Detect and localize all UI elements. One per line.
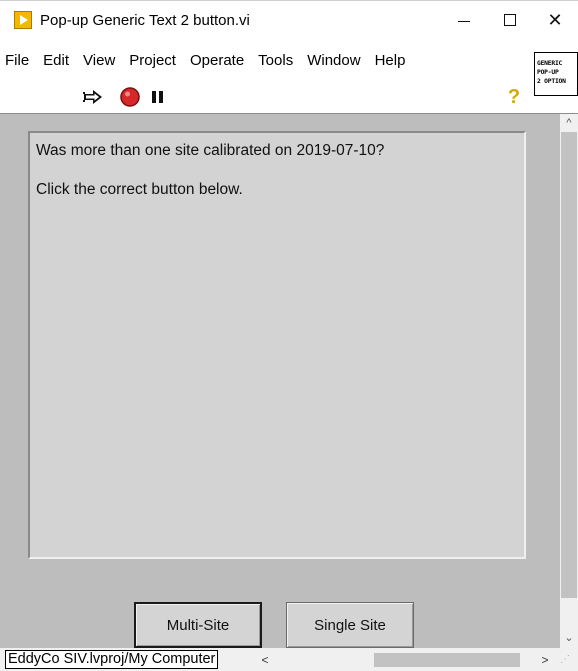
vi-connector-icon: GENERIC POP-UP 2 OPTION	[534, 52, 578, 96]
labview-vi-window: Pop-up Generic Text 2 button.vi ✕ File E…	[0, 0, 578, 671]
single-site-button[interactable]: Single Site	[286, 602, 414, 648]
message-question: Was more than one site calibrated on 201…	[36, 142, 385, 159]
horizontal-scroll-thumb[interactable]	[374, 653, 520, 667]
run-arrow-icon	[83, 90, 102, 104]
menu-bar: File Edit View Project Operate Tools Win…	[0, 48, 412, 74]
pause-button[interactable]	[150, 86, 166, 108]
scroll-up-icon[interactable]: ^	[560, 114, 578, 132]
menu-window[interactable]: Window	[300, 50, 367, 72]
vi-icon-line: POP-UP	[537, 69, 559, 76]
status-bar: EddyCo SIV.lvproj/My Computer < >	[0, 648, 578, 671]
menu-help[interactable]: Help	[368, 50, 413, 72]
abort-execution-icon	[120, 87, 140, 107]
close-icon: ✕	[547, 9, 563, 30]
menu-tools[interactable]: Tools	[251, 50, 300, 72]
menu-file[interactable]: File	[0, 50, 36, 72]
toolbar: ?	[0, 80, 532, 114]
vertical-scrollbar[interactable]: ^ ⌄	[560, 114, 578, 648]
minimize-button[interactable]	[441, 1, 487, 39]
message-indicator: Was more than one site calibrated on 201…	[28, 131, 526, 559]
maximize-icon	[504, 14, 516, 26]
scroll-left-icon[interactable]: <	[256, 650, 274, 669]
pause-icon	[152, 91, 163, 103]
message-gap	[36, 161, 518, 180]
abort-execution-button[interactable]	[118, 86, 142, 108]
close-button[interactable]: ✕	[532, 1, 578, 39]
run-continuously-button[interactable]	[82, 86, 106, 108]
context-help-icon: ?	[507, 85, 521, 108]
project-context[interactable]: EddyCo SIV.lvproj/My Computer	[5, 650, 219, 669]
menu-operate[interactable]: Operate	[183, 50, 251, 72]
multi-site-button[interactable]: Multi-Site	[134, 602, 262, 648]
menu-project[interactable]: Project	[122, 50, 183, 72]
menu-edit[interactable]: Edit	[36, 50, 76, 72]
context-help-button[interactable]: ?	[504, 86, 524, 108]
labview-vi-icon	[14, 11, 32, 29]
menu-view[interactable]: View	[76, 50, 122, 72]
message-instruction: Click the correct button below.	[36, 181, 243, 198]
resize-grip-icon[interactable]: ⋰	[560, 654, 576, 670]
vi-icon-line: 2 OPTION	[537, 78, 566, 85]
window-title: Pop-up Generic Text 2 button.vi	[40, 12, 250, 29]
maximize-button[interactable]	[487, 1, 533, 39]
scroll-right-icon[interactable]: >	[536, 650, 554, 669]
scroll-down-icon[interactable]: ⌄	[560, 628, 578, 646]
title-bar: Pop-up Generic Text 2 button.vi ✕	[0, 0, 578, 38]
vertical-scroll-thumb[interactable]	[561, 132, 577, 598]
minimize-icon	[458, 20, 470, 22]
vi-icon-line: GENERIC	[537, 60, 563, 67]
